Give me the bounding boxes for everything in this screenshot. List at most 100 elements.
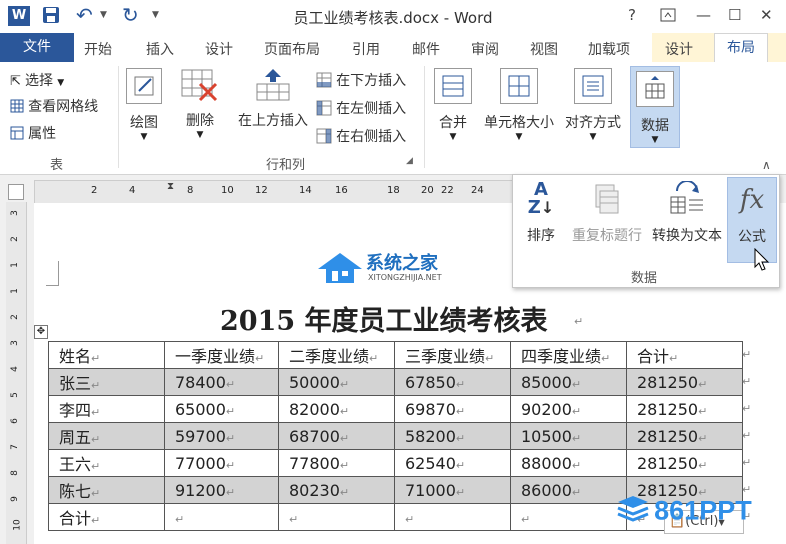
header-cell[interactable]: 二季度业绩↵ <box>278 341 395 369</box>
header-cell[interactable]: 四季度业绩↵ <box>510 341 627 369</box>
table-move-handle-icon[interactable]: ✥ <box>34 325 48 339</box>
tab-insert[interactable]: 插入 <box>146 39 174 59</box>
data-button[interactable]: 数据 ▼ <box>630 66 680 148</box>
total-cell[interactable]: ↵ <box>278 503 395 531</box>
table-cell[interactable]: 88000↵ <box>510 449 627 477</box>
table-cell[interactable]: 281250↵ <box>626 368 743 396</box>
table-cell[interactable]: 90200↵ <box>510 395 627 423</box>
table-cell[interactable]: 85000↵ <box>510 368 627 396</box>
table-cell[interactable]: 58200↵ <box>394 422 511 450</box>
tab-page-layout[interactable]: 页面布局 <box>264 39 320 59</box>
cell-size-icon <box>500 68 538 104</box>
table-cell[interactable]: 10500↵ <box>510 422 627 450</box>
tab-view[interactable]: 视图 <box>530 39 558 59</box>
sort-button[interactable]: A Z↓ 排序 <box>519 181 563 245</box>
table-cell[interactable]: 91200↵ <box>164 476 279 504</box>
table-cell[interactable]: 80230↵ <box>278 476 395 504</box>
header-cell[interactable]: 一季度业绩↵ <box>164 341 279 369</box>
collapse-ribbon-icon[interactable]: ∧ <box>762 158 771 172</box>
table-cell-text: 50000 <box>289 372 340 392</box>
header-cell-text: 合计 <box>637 347 670 366</box>
table-cell[interactable]: 50000↵ <box>278 368 395 396</box>
cell-end-mark: ↵ <box>369 352 379 365</box>
tab-home[interactable]: 开始 <box>84 39 112 59</box>
header-cell[interactable]: 合计↵ <box>626 341 743 369</box>
table-cell[interactable]: 65000↵ <box>164 395 279 423</box>
minimize-button[interactable]: — <box>696 6 711 24</box>
tab-table-design[interactable]: 设计 <box>665 39 693 59</box>
cell-end-mark: ↵ <box>571 404 582 418</box>
table-cell[interactable]: 李四↵ <box>48 395 165 423</box>
table-cell[interactable]: 周五↵ <box>48 422 165 450</box>
table-cell[interactable]: 281250↵ <box>626 449 743 477</box>
table-cell[interactable]: 78400↵ <box>164 368 279 396</box>
table-cell[interactable]: 67850↵ <box>394 368 511 396</box>
vruler-mark: 9 <box>9 496 20 502</box>
cell-size-button[interactable]: 单元格大小 ▼ <box>480 68 558 142</box>
view-gridlines-button[interactable]: 查看网格线 <box>10 96 98 116</box>
alignment-button[interactable]: 对齐方式 ▼ <box>560 68 626 142</box>
merge-icon <box>434 68 472 104</box>
tab-design[interactable]: 设计 <box>205 39 233 59</box>
header-cell[interactable]: 三季度业绩↵ <box>394 341 511 369</box>
select-button[interactable]: ⇱ 选择 ▼ <box>10 70 64 90</box>
title-bar: W ↶ ▼ ↻ ▼ 员工业绩考核表.docx - Word ? — ☐ ✕ <box>0 0 786 33</box>
table-cell[interactable]: 77000↵ <box>164 449 279 477</box>
vertical-ruler[interactable]: 3 2 1 1 2 3 4 5 6 7 8 9 10 <box>6 202 27 544</box>
properties-button[interactable]: 属性 <box>10 123 56 143</box>
help-button[interactable]: ? <box>628 6 636 24</box>
cell-end-mark: ↵ <box>521 512 531 526</box>
insert-right-button[interactable]: 在右侧插入 <box>316 126 406 146</box>
delete-button[interactable]: 删除 ▼ <box>178 68 222 140</box>
convert-to-text-button[interactable]: 转换为文本 <box>647 180 727 245</box>
merge-button[interactable]: 合并 ▼ <box>432 68 474 142</box>
insert-above-button[interactable]: 在上方插入 <box>234 68 312 130</box>
tab-file[interactable]: 文件 <box>0 33 74 62</box>
table-cell[interactable]: 82000↵ <box>278 395 395 423</box>
ruler-corner[interactable] <box>8 184 24 200</box>
ribbon-display-icon[interactable] <box>660 8 676 26</box>
tab-table-layout[interactable]: 布局 <box>714 33 768 64</box>
table-cell[interactable]: 陈七↵ <box>48 476 165 504</box>
cell-end-mark: ↵ <box>175 512 185 526</box>
draw-button[interactable]: 绘图 ▼ <box>124 68 164 142</box>
header-cell[interactable]: 姓名↵ <box>48 341 165 369</box>
vruler-mark: 8 <box>9 470 20 476</box>
repeat-header-rows-button[interactable]: 重复标题行 <box>567 181 647 245</box>
cell-end-mark: ↵ <box>571 458 582 472</box>
table-cell[interactable]: 68700↵ <box>278 422 395 450</box>
table-cell[interactable]: 86000↵ <box>510 476 627 504</box>
table-cell[interactable]: 77800↵ <box>278 449 395 477</box>
ruler-mark: 16 <box>335 185 348 196</box>
tab-references[interactable]: 引用 <box>352 39 380 59</box>
tab-addins[interactable]: 加载项 <box>588 39 630 59</box>
table-cell[interactable]: 69870↵ <box>394 395 511 423</box>
total-cell[interactable]: ↵ <box>510 503 627 531</box>
close-button[interactable]: ✕ <box>760 6 773 24</box>
table-cell[interactable]: 59700↵ <box>164 422 279 450</box>
total-cell[interactable]: ↵ <box>164 503 279 531</box>
dialog-launcher-icon[interactable]: ◢ <box>406 156 413 166</box>
maximize-button[interactable]: ☐ <box>728 6 741 24</box>
tab-review[interactable]: 审阅 <box>471 39 499 59</box>
table-cell[interactable]: 62540↵ <box>394 449 511 477</box>
watermark-logo: 861PPT <box>616 494 752 528</box>
table-row: 李四↵ 65000↵ 82000↵ 69870↵ 90200↵ 281250↵ <box>48 395 743 423</box>
table-cell[interactable]: 281250↵ <box>626 395 743 423</box>
total-label-cell[interactable]: 合计↵ <box>48 503 165 531</box>
tab-mailings[interactable]: 邮件 <box>412 39 440 59</box>
cell-end-mark: ↵ <box>571 431 582 445</box>
insert-below-button[interactable]: 在下方插入 <box>316 70 406 90</box>
horizontal-ruler[interactable]: 2 4 ⧗ 8 10 12 14 16 18 20 22 24 <box>34 180 516 204</box>
table-cell[interactable]: 张三↵ <box>48 368 165 396</box>
cell-end-mark: ↵ <box>698 458 708 472</box>
table-cell[interactable]: 71000↵ <box>394 476 511 504</box>
table-cell[interactable]: 281250↵ <box>626 422 743 450</box>
indent-marker-icon[interactable]: ⧗ <box>167 181 174 192</box>
insert-left-button[interactable]: 在左侧插入 <box>316 98 406 118</box>
table-cell-text: 77800 <box>289 453 340 473</box>
total-cell[interactable]: ↵ <box>394 503 511 531</box>
table-cell[interactable]: 王六↵ <box>48 449 165 477</box>
convert-to-text-label: 转换为文本 <box>652 228 722 244</box>
table-cell-text: 67850 <box>405 372 456 392</box>
